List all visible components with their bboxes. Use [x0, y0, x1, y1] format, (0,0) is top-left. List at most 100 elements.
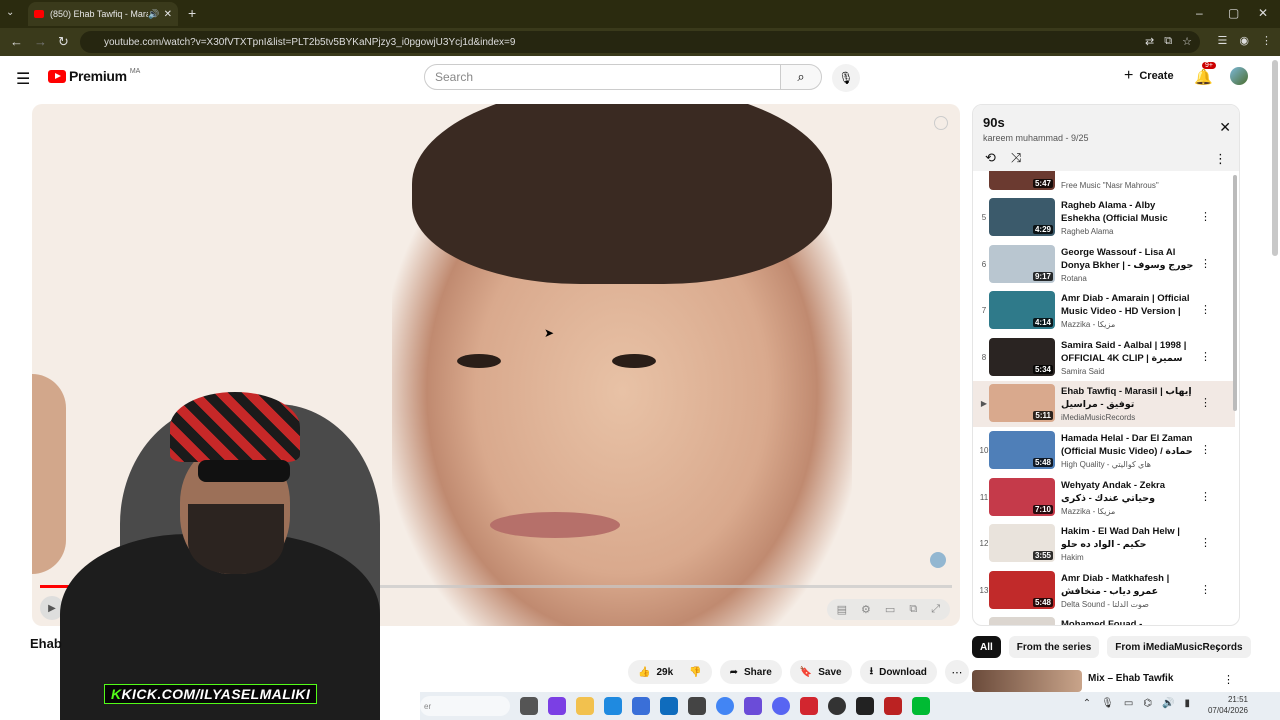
download-button[interactable]: ⭳ Download	[859, 660, 937, 684]
playlist-more-icon[interactable]: ⋮	[1214, 151, 1227, 167]
new-tab-button[interactable]: +	[188, 5, 196, 21]
playlist-title[interactable]: 90s	[983, 115, 1005, 130]
tray-overflow-icon[interactable]: ⌃	[1083, 698, 1091, 709]
playlist-item[interactable]: 14Mohamed Fouad - Kamannana⋮	[973, 614, 1235, 625]
browser-menu-icon[interactable]: ⋮	[1261, 34, 1272, 47]
streamer-cap	[170, 392, 300, 462]
url-field[interactable]: youtube.com/watch?v=X30fVTXTpnI&list=PLT…	[80, 31, 1200, 53]
translate-icon[interactable]: ⇄	[1145, 35, 1154, 48]
mix-more-icon[interactable]: ⋮	[1223, 673, 1234, 686]
filter-chip[interactable]: From iMediaMusicRecords	[1107, 636, 1251, 658]
playlist-item-more-icon[interactable]: ⋮	[1200, 257, 1211, 270]
adobe-icon[interactable]	[800, 697, 818, 715]
forward-button[interactable]: →	[34, 34, 47, 49]
settings-gear-icon[interactable]: ⚙	[861, 603, 871, 616]
store-icon[interactable]	[632, 697, 650, 715]
playlist-item[interactable]: 7 4:14 Amr Diab - Amarain | Official Music…	[973, 288, 1235, 334]
theater-mode-icon[interactable]: ▭	[885, 603, 895, 616]
playlist-item-more-icon[interactable]: ⋮	[1200, 536, 1211, 549]
playlist-item[interactable]: ▶ 5:11 Ehab Tawfiq - Marasil | إيهاب توفيق…	[973, 381, 1235, 428]
profile-icon[interactable]: ◉	[1239, 34, 1249, 47]
duration-badge: 4:29	[1032, 225, 1053, 234]
create-button[interactable]: + Create	[1124, 67, 1174, 85]
bookmark-star-icon[interactable]: ☆	[1182, 35, 1192, 48]
edge-icon[interactable]	[604, 697, 622, 715]
back-button[interactable]: ←	[10, 34, 23, 49]
network-icon[interactable]: ⌬	[1143, 698, 1152, 709]
share-button[interactable]: ➦ Share	[719, 660, 782, 684]
logo-text: Premium	[69, 68, 127, 84]
subtitles-icon[interactable]: ▤	[837, 603, 847, 616]
playlist-item-more-icon[interactable]: ⋮	[1200, 303, 1211, 316]
battery-icon[interactable]: ▮	[1184, 698, 1190, 709]
tab-close-icon[interactable]: ✕	[164, 9, 172, 20]
maximize-button[interactable]: ▢	[1228, 6, 1239, 20]
shuffle-icon[interactable]: ⤨	[1011, 150, 1021, 166]
taskbar-search[interactable]: er	[420, 696, 510, 716]
tab-search-icon[interactable]: ⌄	[6, 7, 14, 18]
playlist-item[interactable]: 11 7:10 Wehyaty Andak - Zekra وحياتي عندك …	[973, 475, 1235, 521]
stream-deck-icon[interactable]	[884, 697, 902, 715]
playlist-item-more-icon[interactable]: ⋮	[1200, 583, 1211, 596]
discord-icon[interactable]	[772, 697, 790, 715]
microphone-tray-icon[interactable]: 🎙	[1101, 698, 1114, 709]
playlist-item-more-icon[interactable]: ⋮	[1200, 210, 1211, 223]
fullscreen-icon[interactable]: ⤢	[931, 603, 940, 616]
save-button[interactable]: 🔖 Save	[789, 660, 852, 684]
reload-button[interactable]: ↻	[58, 34, 69, 50]
task-view-icon[interactable]	[520, 697, 538, 715]
filter-chip[interactable]: All	[972, 636, 1001, 658]
speaker-icon[interactable]: 🔊	[148, 9, 159, 20]
search-input[interactable]: Search	[424, 64, 782, 90]
more-actions-button[interactable]: ⋯	[944, 660, 969, 684]
chrome-icon[interactable]	[716, 697, 734, 715]
playlist-item-partial[interactable]: 5:47 Free Music "Nasr Mahrous"	[973, 171, 1235, 195]
volume-icon[interactable]: 🔊	[1162, 698, 1174, 709]
display-tray-icon[interactable]: ▭	[1124, 698, 1133, 709]
taskbar-clock[interactable]: 21:51 07/04/2026	[1208, 694, 1248, 716]
taskbar-apps	[520, 697, 930, 715]
thumbs-down-icon[interactable]: 👎	[689, 667, 701, 678]
gamepad-icon[interactable]	[744, 697, 762, 715]
filter-chip[interactable]: From the series	[1008, 636, 1100, 658]
playlist-item[interactable]: 5 4:29 Ragheb Alama - Alby Eshekha (Offici…	[973, 195, 1235, 241]
close-playlist-icon[interactable]: ✕	[1219, 119, 1231, 136]
youtube-premium-logo[interactable]: Premium MA	[48, 68, 140, 84]
voice-search-button[interactable]: 🎙	[832, 64, 860, 92]
playlist-item-more-icon[interactable]: ⋮	[1200, 490, 1211, 503]
obs-icon[interactable]	[856, 697, 874, 715]
close-window-button[interactable]: ✕	[1258, 6, 1268, 20]
youtube-header: ☰ Premium MA Search ⌕ 🎙 + Create 🔔 9+	[0, 56, 1280, 100]
loop-icon[interactable]: ⟲	[985, 150, 996, 166]
file-explorer-icon[interactable]	[576, 697, 594, 715]
playlist-item[interactable]: 13 5:48 Amr Diab - Matkhafesh | عمرو دياب …	[973, 568, 1235, 614]
channel-watermark-bottom[interactable]	[930, 552, 946, 568]
bell-icon: 🔔	[1194, 69, 1213, 86]
terminal-icon[interactable]	[912, 697, 930, 715]
chevron-right-icon[interactable]: ›	[1216, 642, 1220, 656]
app-icon[interactable]	[688, 697, 706, 715]
account-avatar[interactable]	[1230, 67, 1248, 85]
outlook-icon[interactable]	[660, 697, 678, 715]
next-video-mix[interactable]: Mix – Ehab Tawfik ⋮	[972, 670, 1240, 692]
search-button[interactable]: ⌕	[780, 64, 822, 90]
cast-icon[interactable]: ⧉	[1164, 35, 1172, 48]
notifications-button[interactable]: 🔔 9+	[1194, 62, 1216, 86]
hamburger-menu-icon[interactable]: ☰	[16, 69, 30, 89]
playlist-item[interactable]: 10 5:48 Hamada Helal - Dar El Zaman (Offic…	[973, 428, 1235, 474]
playlist-item[interactable]: 8 5:34 Samira Said - Aalbal | 1998 | OFFIC…	[973, 335, 1235, 381]
playlist-item[interactable]: 6 9:17 George Wassouf - Lisa Al Donya Bkhe…	[973, 242, 1235, 288]
playlist-item-more-icon[interactable]: ⋮	[1200, 396, 1211, 409]
playlist-item-more-icon[interactable]: ⋮	[1200, 350, 1211, 363]
playlist-scrollbar[interactable]	[1233, 175, 1237, 411]
browser-tab-active[interactable]: (850) Ehab Tawfiq - Marasil 🔊 ✕	[28, 2, 178, 26]
minimize-button[interactable]: –	[1196, 6, 1203, 20]
playlist-item[interactable]: 12 3:55 Hakim - El Wad Dah Helw | حكيم - ا…	[973, 521, 1235, 567]
cast-icon[interactable]: ⧉	[909, 603, 917, 616]
app2-icon[interactable]	[828, 697, 846, 715]
page-scrollbar[interactable]	[1272, 60, 1278, 256]
copilot-icon[interactable]	[548, 697, 566, 715]
reading-list-icon[interactable]: ☰	[1218, 34, 1228, 47]
playlist-item-more-icon[interactable]: ⋮	[1200, 443, 1211, 456]
like-button[interactable]: 👍 29k 👎	[628, 660, 712, 684]
